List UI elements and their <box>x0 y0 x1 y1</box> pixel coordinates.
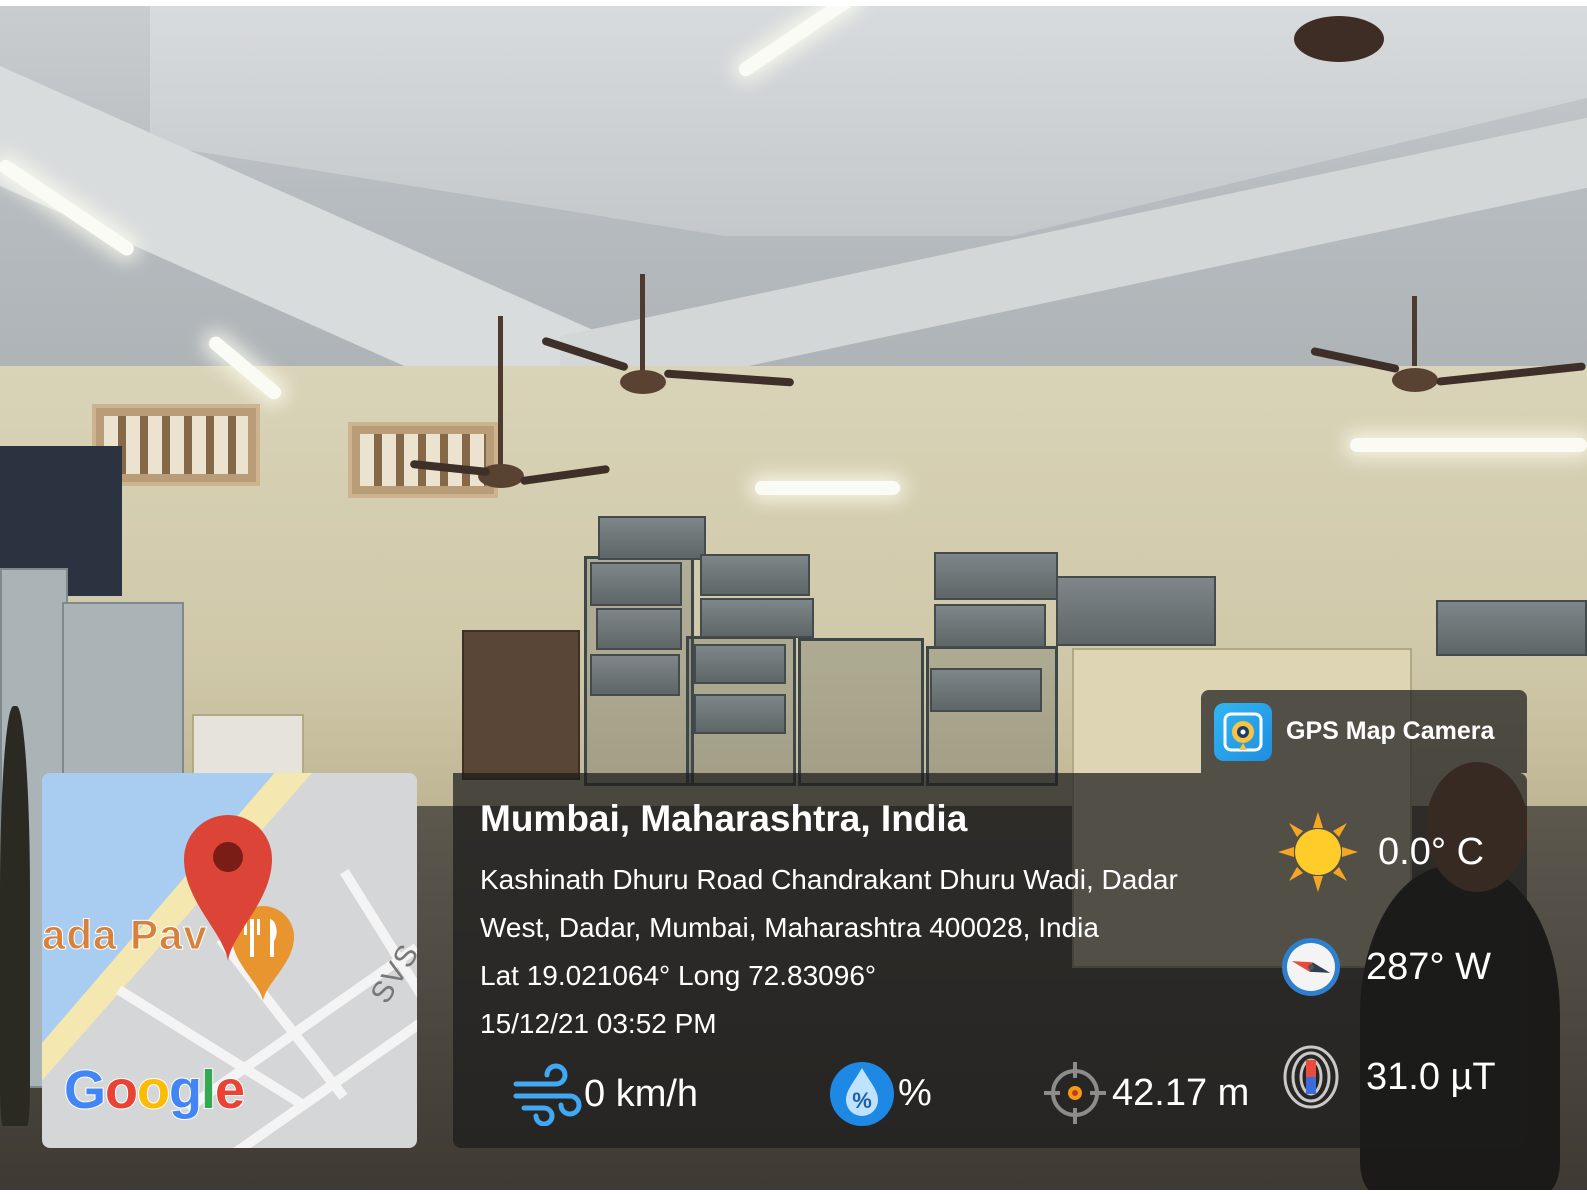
svg-text:%: % <box>852 1088 872 1113</box>
storage-trunk <box>598 516 706 560</box>
storage-trunk <box>934 604 1046 648</box>
storage-trunk <box>694 644 786 684</box>
temperature-metric: 0.0° C <box>1276 810 1484 894</box>
storage-trunk <box>1056 576 1216 646</box>
magnetic-field-metric: 31.0 µT <box>1282 1044 1496 1110</box>
wind-icon <box>513 1063 582 1126</box>
date-time: 15/12/21 03:52 PM <box>480 1008 717 1039</box>
altitude-metric: 42.17 m <box>1042 1060 1249 1126</box>
altitude-value: 42.17 m <box>1112 1071 1250 1114</box>
google-logo: Google <box>63 1059 246 1121</box>
storage-trunk <box>1436 600 1587 656</box>
storage-trunk <box>700 554 810 596</box>
coordinates: Lat 19.021064° Long 72.83096° <box>480 960 877 991</box>
location-pin-icon <box>184 815 272 961</box>
gps-map-camera-badge: GPS Map Camera <box>1201 690 1527 773</box>
heading-metric: 287° W <box>1280 936 1491 998</box>
location-title: Mumbai, Maharashtra, India <box>480 798 968 839</box>
address-line-2: West, Dadar, Mumbai, Maharashtra 400028,… <box>480 912 1099 943</box>
heading-value: 287° W <box>1366 945 1492 988</box>
storage-trunk <box>590 654 680 696</box>
storage-trunk <box>596 608 682 650</box>
wind-metric: 0 km/h <box>512 1062 698 1126</box>
storage-trunk <box>590 562 682 606</box>
table <box>192 714 304 780</box>
metal-shelf <box>798 638 924 786</box>
person <box>0 706 30 1126</box>
brand-name: GPS Map Camera <box>1286 717 1495 745</box>
humidity-metric: % % <box>828 1058 932 1128</box>
altitude-target-icon <box>1044 1062 1106 1124</box>
storage-trunk <box>700 598 814 638</box>
humidity-value: % <box>898 1071 932 1114</box>
storage-trunk <box>694 694 786 734</box>
ventilator-window <box>348 422 498 498</box>
gps-map-camera-app-icon <box>1214 702 1272 761</box>
address-line-1: Kashinath Dhuru Road Chandrakant Dhuru W… <box>480 864 1178 895</box>
temperature-value: 0.0° C <box>1378 830 1485 873</box>
sun-icon <box>1278 812 1358 892</box>
compass-icon <box>1282 938 1340 996</box>
tube-light <box>1350 438 1587 452</box>
humidity-icon: % <box>830 1062 894 1126</box>
metal-shelf <box>926 646 1058 786</box>
wooden-rack <box>462 630 580 780</box>
storage-trunk <box>930 668 1042 712</box>
tube-light <box>755 481 900 495</box>
wind-value: 0 km/h <box>584 1072 699 1115</box>
magnetic-field-value: 31.0 µT <box>1366 1055 1496 1098</box>
storage-trunk <box>934 552 1058 600</box>
magnetic-field-icon <box>1283 1045 1339 1109</box>
location-map-thumbnail[interactable]: ada Pav SVS Google <box>42 773 417 1148</box>
steel-locker <box>62 602 184 782</box>
